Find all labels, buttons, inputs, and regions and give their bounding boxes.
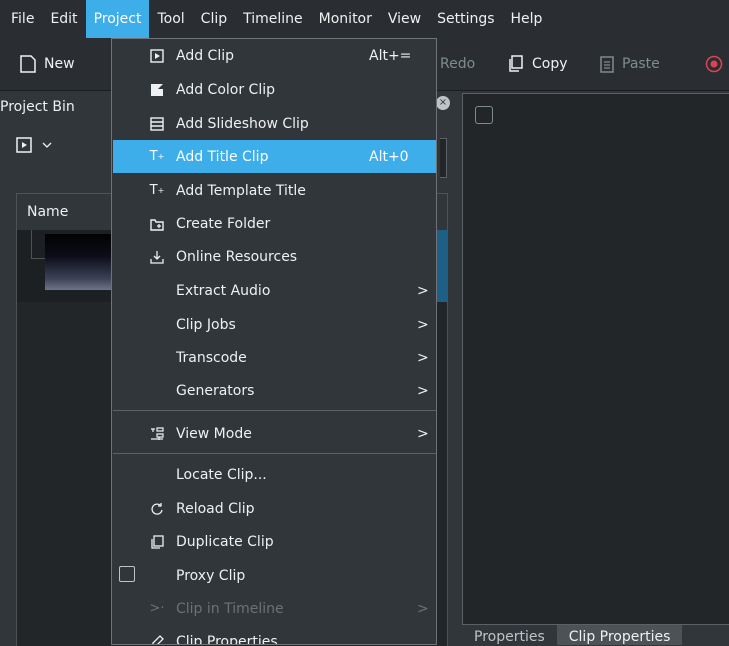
menu-item-clip-jobs[interactable]: Clip Jobs > [113, 308, 436, 341]
menu-tool[interactable]: Tool [149, 0, 192, 38]
redo-button[interactable]: Redo [440, 38, 475, 90]
menu-item-label: Add Template Title [176, 182, 306, 199]
menu-settings[interactable]: Settings [429, 0, 502, 38]
menu-item-shortcut: Alt+= [369, 47, 412, 64]
add-clip-icon [149, 48, 165, 64]
menu-item-create-folder[interactable]: Create Folder [113, 207, 436, 240]
menu-item-add-template-title[interactable]: T + Add Template Title [113, 174, 436, 207]
menu-bar: File Edit Project Tool Clip Timeline Mon… [0, 0, 729, 38]
copy-label: Copy [532, 56, 568, 72]
menu-item-transcode[interactable]: Transcode > [113, 341, 436, 374]
project-bin-toolbar [16, 137, 52, 153]
clip-in-timeline-icon: >· [149, 601, 165, 616]
menu-project[interactable]: Project [85, 0, 150, 38]
menu-item-reload-clip[interactable]: Reload Clip [113, 492, 436, 525]
paste-icon [600, 56, 614, 73]
menu-item-label: Transcode [176, 349, 247, 366]
slideshow-icon [149, 116, 165, 132]
menu-item-label: Locate Clip... [176, 466, 267, 483]
menu-item-label: Add Title Clip [176, 148, 269, 165]
menu-item-label: Duplicate Clip [176, 533, 274, 550]
menu-item-label: Clip Properties [176, 633, 278, 645]
menu-view[interactable]: View [380, 0, 429, 38]
menu-item-label: Clip in Timeline [176, 600, 284, 617]
menu-edit[interactable]: Edit [42, 0, 85, 38]
reload-icon [149, 501, 165, 517]
menu-separator [113, 453, 436, 454]
menu-item-clip-in-timeline: >· Clip in Timeline > [113, 592, 436, 625]
menu-item-proxy-clip[interactable]: Proxy Clip [113, 559, 436, 592]
menu-item-label: Extract Audio [176, 282, 271, 299]
copy-button[interactable]: Copy [508, 38, 568, 90]
menu-monitor[interactable]: Monitor [311, 0, 380, 38]
download-icon [149, 249, 165, 265]
menu-item-shortcut: Alt+0 [369, 148, 409, 165]
menu-item-label: Add Clip [176, 47, 234, 64]
redo-label: Redo [440, 56, 476, 72]
menu-item-add-slideshow-clip[interactable]: Add Slideshow Clip [113, 107, 436, 140]
view-mode-icon [149, 426, 165, 442]
menu-item-add-title-clip[interactable]: T + Add Title Clip Alt+0 [113, 140, 436, 173]
chevron-down-icon[interactable] [42, 141, 52, 149]
chevron-right-icon: > [417, 282, 429, 299]
chevron-right-icon: > [417, 425, 429, 442]
search-input[interactable] [440, 138, 447, 178]
new-document-icon [20, 55, 36, 73]
paste-label: Paste [622, 56, 660, 72]
chevron-right-icon: > [417, 349, 429, 366]
monitor-checkbox[interactable] [475, 106, 493, 124]
menu-item-extract-audio[interactable]: Extract Audio > [113, 274, 436, 307]
record-icon [705, 55, 723, 73]
menu-file[interactable]: File [0, 0, 42, 38]
menu-item-online-resources[interactable]: Online Resources [113, 240, 436, 273]
menu-clip[interactable]: Clip [193, 0, 235, 38]
clip-thumbnail [45, 234, 115, 290]
menu-item-label: Online Resources [176, 248, 298, 265]
menu-separator [113, 410, 436, 411]
paste-button[interactable]: Paste [600, 38, 660, 90]
menu-item-label: Generators [176, 382, 255, 399]
menu-item-generators[interactable]: Generators > [113, 374, 436, 407]
properties-icon [149, 634, 165, 644]
menu-item-duplicate-clip[interactable]: Duplicate Clip [113, 525, 436, 558]
tree-branch-line [31, 230, 46, 259]
folder-icon [149, 216, 165, 232]
menu-item-label: Add Color Clip [176, 81, 275, 98]
proxy-clip-checkbox[interactable] [119, 566, 135, 582]
tab-clip-properties[interactable]: Clip Properties [556, 625, 683, 645]
color-clip-icon [149, 82, 165, 98]
duplicate-icon [149, 534, 165, 550]
add-clip-icon[interactable] [16, 137, 32, 153]
menu-item-label: Reload Clip [176, 500, 255, 517]
new-button[interactable]: New [20, 38, 75, 90]
chevron-right-icon: > [417, 382, 429, 399]
menu-item-add-color-clip[interactable]: Add Color Clip [113, 73, 436, 106]
chevron-right-icon: > [417, 316, 429, 333]
menu-item-view-mode[interactable]: View Mode > [113, 417, 436, 450]
menu-item-label: Add Slideshow Clip [176, 115, 309, 132]
bottom-tab-bar: Properties Clip Properties [462, 625, 683, 645]
menu-item-label: Clip Jobs [176, 316, 236, 333]
menu-help[interactable]: Help [503, 0, 551, 38]
project-menu: Add Clip Alt+= Add Color Clip Add Slides… [111, 38, 437, 645]
project-bin-title: Project Bin [0, 99, 75, 115]
new-label: New [44, 56, 75, 72]
template-title-icon: T + [149, 183, 165, 198]
record-button[interactable] [705, 38, 723, 90]
menu-item-add-clip[interactable]: Add Clip Alt+= [113, 39, 436, 72]
title-icon: T + [149, 149, 165, 164]
menu-item-label: Proxy Clip [176, 567, 246, 584]
menu-item-locate-clip[interactable]: Locate Clip... [113, 458, 436, 491]
menu-timeline[interactable]: Timeline [235, 0, 311, 38]
tab-properties[interactable]: Properties [462, 625, 557, 645]
close-icon[interactable]: × [436, 96, 450, 110]
chevron-right-icon: > [417, 600, 429, 617]
menu-item-label: Create Folder [176, 215, 271, 232]
menu-item-clip-properties[interactable]: Clip Properties [113, 625, 436, 645]
clip-monitor [462, 93, 729, 625]
menu-item-label: View Mode [176, 425, 252, 442]
copy-icon [509, 55, 523, 72]
